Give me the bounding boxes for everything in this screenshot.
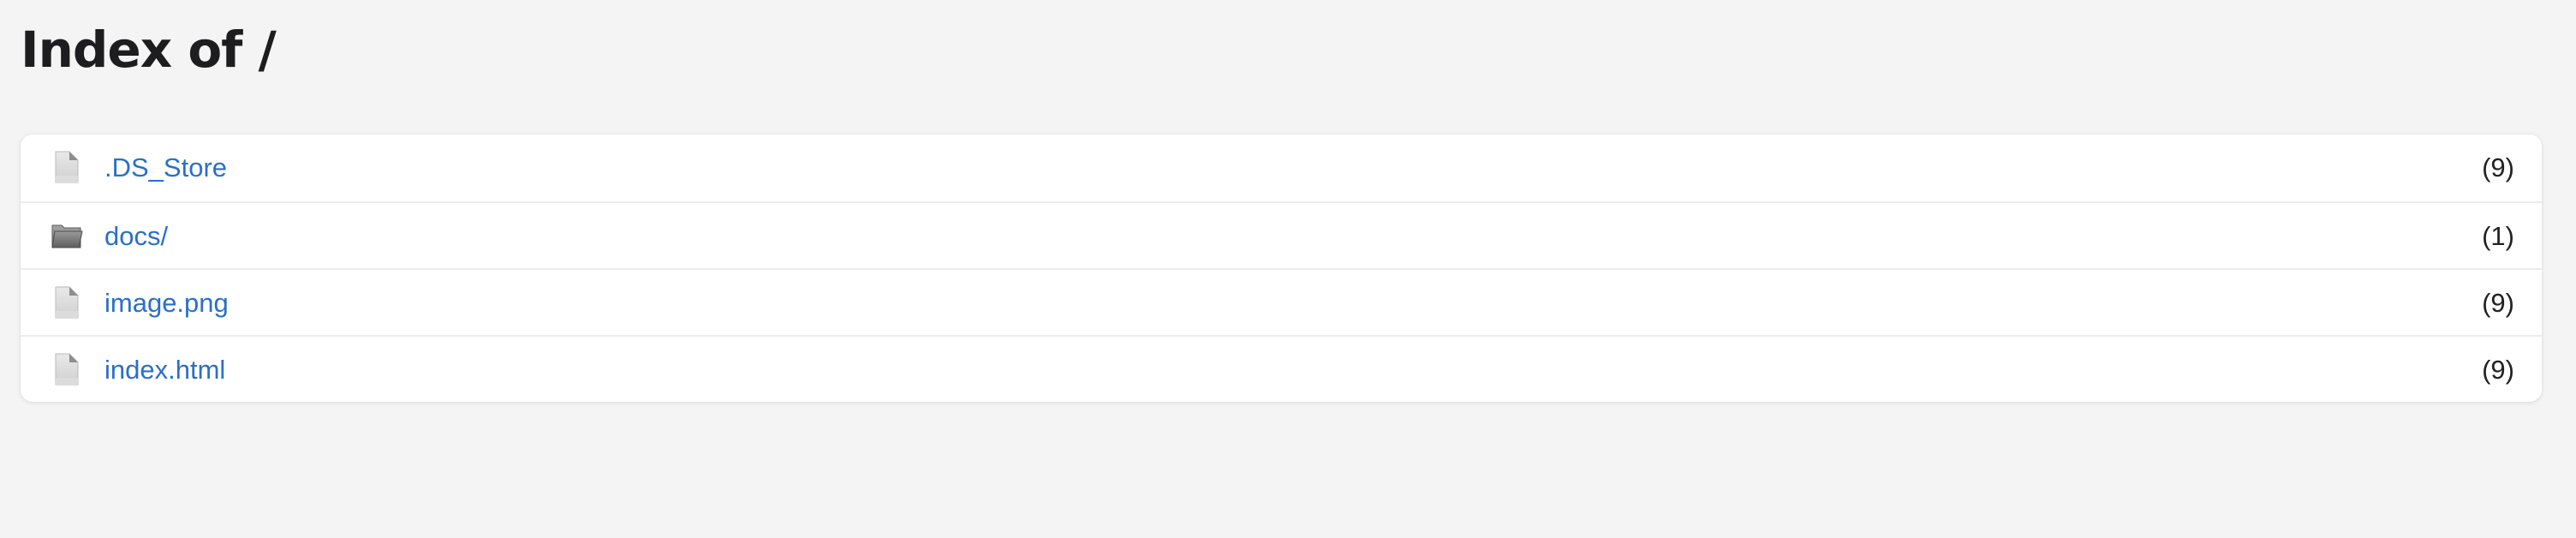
file-icon: [55, 353, 79, 386]
list-item[interactable]: image.png (9): [21, 268, 2542, 335]
entry-link[interactable]: docs/: [104, 203, 168, 270]
file-icon: [55, 286, 79, 319]
entry-link[interactable]: image.png: [104, 270, 229, 337]
file-icon: [55, 151, 79, 183]
entry-count: (9): [2482, 288, 2514, 318]
list-item[interactable]: .DS_Store (9): [21, 134, 2542, 201]
entry-link[interactable]: index.html: [104, 337, 225, 402]
folder-icon: [51, 224, 83, 248]
entry-count: (9): [2482, 152, 2514, 182]
entry-count: (9): [2482, 355, 2514, 385]
entry-count: (1): [2482, 221, 2514, 251]
list-item[interactable]: index.html (9): [21, 335, 2542, 402]
file-listing: .DS_Store (9) docs/ (1) image.png (9) in…: [21, 134, 2542, 402]
entry-link[interactable]: .DS_Store: [104, 134, 227, 201]
list-item[interactable]: docs/ (1): [21, 201, 2542, 268]
page-title: Index of /: [21, 21, 277, 79]
